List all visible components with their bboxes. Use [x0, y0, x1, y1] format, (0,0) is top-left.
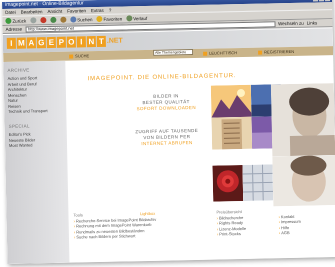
browser-window: imagepoint.net · Online-Bildagentur Date… [2, 0, 335, 264]
address-label: Adresse [5, 26, 23, 32]
image-skyscraper[interactable] [211, 116, 253, 150]
page-headline: IMAGEPOINT. DIE ONLINE-BILDAGENTUR. [87, 73, 237, 83]
back-button[interactable]: Zurück [5, 16, 26, 24]
page-content: I M A G E P O I N T .NET SUCHE Alle Them… [2, 28, 335, 264]
nav-category: Alle Themengebiete [153, 49, 194, 56]
sidebar-list: Action und Sport Arbeit und Beruf Archit… [8, 75, 48, 114]
search-icon [70, 16, 77, 23]
footer-prices: Preisübersicht ›Bildrecherche ›Rights Re… [216, 209, 246, 237]
back-label: Zurück [12, 17, 27, 24]
footer-tool-item[interactable]: ›Suche nach Bildern per Stichwort [74, 233, 157, 240]
image-grid-texture[interactable] [242, 164, 274, 201]
logo-letter: T [96, 35, 106, 48]
image-mountains[interactable] [210, 84, 252, 118]
image-portrait-child[interactable] [272, 155, 335, 207]
search-label: Suchen [77, 16, 93, 22]
sidebar-list-special: Editor's Pick Neueste Bilder Most Wanted [9, 131, 36, 148]
logo-letter: O [66, 36, 76, 48]
history-icon [126, 15, 133, 22]
logo-suffix: .NET [106, 37, 123, 45]
footer-info-item[interactable]: ›AGB [279, 230, 301, 236]
nav-search[interactable]: SUCHE [69, 51, 89, 60]
square-bullet-icon [203, 51, 208, 56]
home-icon [60, 16, 67, 23]
square-bullet-icon [258, 50, 263, 55]
logo-letter: I [6, 37, 16, 49]
promo-quality: BILDER IN BESTER QUALITÄT SOFORT DOWNLOA… [126, 93, 206, 113]
square-bullet-icon [69, 54, 74, 59]
promo-access: ZUGRIFF AUF TAUSENDE VON BILDERN PER INT… [127, 128, 207, 148]
sidebar-heading-special: SPECIAL [8, 123, 30, 129]
go-button[interactable]: Wechseln zu [278, 21, 304, 27]
logo-letter: G [36, 37, 46, 49]
sidebar-item-most-wanted[interactable]: Most Wanted [9, 142, 35, 148]
logo-letter: P [56, 36, 66, 48]
close-button[interactable] [324, 0, 331, 2]
home-button[interactable] [60, 16, 67, 24]
favorites-button[interactable]: Favoriten [96, 14, 122, 23]
logo-letter: E [46, 36, 56, 49]
footer-price-item[interactable]: ›Print-Stocks [217, 231, 246, 237]
search-button[interactable]: Suchen [70, 15, 92, 23]
refresh-icon [50, 16, 57, 23]
logo-letter: M [16, 37, 26, 49]
category-select-value: Alle Themengebiete [155, 50, 187, 55]
logo-letter: A [26, 37, 36, 49]
image-portrait-woman[interactable] [270, 83, 335, 157]
address-url: http://www.imagepoint.net [28, 25, 74, 31]
forward-arrow-icon [30, 17, 37, 24]
site-logo[interactable]: I M A G E P O I N T .NET [6, 35, 123, 49]
footer-lightbox-link[interactable]: Lightbox [140, 211, 155, 216]
forward-button[interactable] [30, 16, 37, 24]
stop-button[interactable] [40, 16, 47, 24]
logo-letter: I [76, 36, 86, 48]
sidebar-heading: ARCHIVE [7, 67, 30, 73]
footer-info: ›Kontakt ›Impressum ›Hilfe ›AGB [278, 208, 301, 236]
back-arrow-icon [5, 17, 12, 24]
refresh-button[interactable] [50, 16, 57, 24]
main-content: IMAGEPOINT. DIE ONLINE-BILDAGENTUR. BILD… [65, 55, 335, 263]
sidebar-item-technology[interactable]: Technik und Transport [8, 108, 47, 114]
promo-access-link[interactable]: INTERNET ABRUFEN [127, 140, 207, 148]
stop-icon [40, 17, 47, 24]
maximize-button[interactable] [318, 0, 325, 2]
logo-letter: N [86, 36, 96, 48]
history-button[interactable]: Verlauf [126, 14, 147, 22]
nav-search-label: SUCHE [75, 53, 90, 59]
favorites-label: Favoriten [103, 15, 123, 22]
star-icon [96, 15, 103, 23]
minimize-button[interactable] [312, 0, 319, 2]
history-label: Verlauf [133, 15, 148, 21]
links-label[interactable]: Links [307, 20, 318, 25]
footer-tools-title: Tools [73, 212, 83, 218]
category-select[interactable]: Alle Themengebiete [153, 49, 194, 56]
image-rose[interactable] [212, 164, 244, 202]
sidebar: ARCHIVE Action und Sport Arbeit und Beru… [3, 60, 70, 264]
footer-tools: Tools Lightbox ›Recherche-Service bei Im… [73, 211, 156, 240]
promo-quality-link[interactable]: SOFORT DOWNLOADEN [126, 105, 206, 113]
